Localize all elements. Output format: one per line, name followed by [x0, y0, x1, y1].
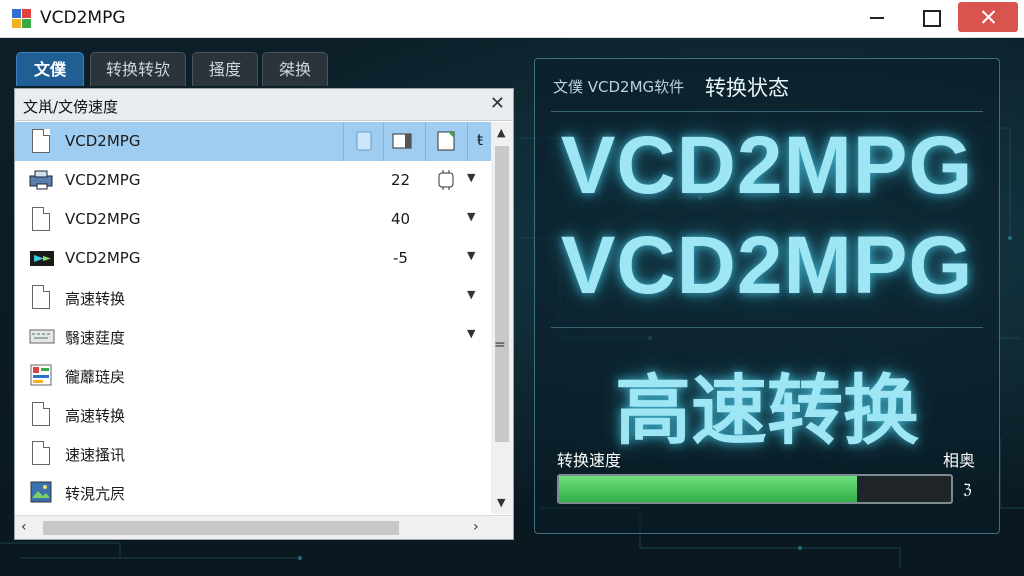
headline-secondary: VCD2MPG	[560, 220, 974, 311]
scrollbar-thumb[interactable]	[495, 146, 509, 442]
file-name: VCD2MPG	[65, 132, 141, 150]
title-bar: VCD2MPG	[0, 0, 1024, 38]
scroll-up-icon[interactable]: ▲	[497, 126, 505, 139]
divider	[551, 327, 983, 328]
chevron-down-icon[interactable]: ▼	[467, 327, 475, 340]
document-icon	[29, 129, 53, 155]
blank-file-icon[interactable]	[353, 130, 375, 152]
file-name: 高速转换	[65, 407, 126, 425]
file-name: VCD2MPG	[65, 210, 141, 228]
green-document-icon[interactable]	[435, 130, 457, 152]
progress-fill	[559, 476, 857, 502]
grip-icon[interactable]: =	[494, 337, 506, 353]
scroll-right-icon[interactable]: ›	[473, 519, 479, 535]
list-item[interactable]: VCD2MPG 22 ▼	[15, 161, 491, 200]
tab-swap[interactable]: 桀换	[262, 52, 328, 86]
file-value: 40	[391, 210, 411, 228]
file-panel-title: 文鼡/文傍速度	[23, 98, 119, 116]
maximize-button[interactable]	[906, 0, 954, 34]
image-icon	[29, 480, 53, 506]
progress-bar	[557, 474, 953, 504]
scroll-down-icon[interactable]: ▼	[497, 496, 505, 509]
file-name: 徿蘼琏戻	[65, 368, 126, 386]
list-item[interactable]: 徿蘼琏戻	[15, 356, 491, 395]
list-item[interactable]: 高速转换	[15, 395, 491, 434]
window-title: VCD2MPG	[40, 8, 126, 28]
file-panel: 文鼡/文傍速度 ✕ VCD2MPG ŧ VCD2MPG 22 ▼ VCD2MPG…	[14, 88, 514, 540]
chip-icon	[435, 169, 457, 191]
list-item[interactable]: 高速转换 ▼	[15, 278, 491, 317]
chevron-down-icon[interactable]: ▼	[467, 249, 475, 262]
progress-text: ℨ	[963, 482, 972, 498]
form-icon	[29, 363, 53, 389]
conversion-status-panel: 文僕 VCD2MG软件 转换状态 VCD2MPG VCD2MPG 高速转换 转换…	[534, 58, 1000, 534]
scrollbar-thumb[interactable]	[43, 521, 399, 535]
tab-convert[interactable]: 转换转欤	[90, 52, 186, 86]
document-icon	[29, 441, 53, 467]
chevron-down-icon[interactable]: ▼	[467, 210, 475, 223]
status-subtitle: 文僕 VCD2MG软件	[553, 78, 685, 96]
list-item[interactable]: VCD2MPG ŧ	[15, 122, 491, 161]
speed-right-label: 相奥	[943, 451, 976, 470]
file-name: 高速转换	[65, 290, 126, 308]
file-name: VCD2MPG	[65, 171, 141, 189]
status-title: 转换状态	[705, 76, 789, 100]
panel-close-icon[interactable]: ✕	[490, 93, 505, 114]
horizontal-scrollbar[interactable]: ‹ ›	[15, 515, 513, 539]
app-logo-icon	[12, 9, 32, 29]
file-list: VCD2MPG ŧ VCD2MPG 22 ▼ VCD2MPG 40 ▼ VCD2…	[15, 122, 491, 514]
list-item[interactable]: 翳速莛度 ▼	[15, 317, 491, 356]
tab-file[interactable]: 文僕	[16, 52, 84, 86]
list-item[interactable]: VCD2MPG -5 ▼	[15, 239, 491, 278]
media-icon	[29, 246, 54, 272]
file-panel-header: 文鼡/文傍速度 ✕	[15, 89, 513, 121]
chevron-down-icon[interactable]: ▼	[467, 171, 475, 184]
document-icon	[29, 285, 53, 311]
document-icon	[29, 207, 53, 233]
chevron-down-icon[interactable]: ▼	[467, 288, 475, 301]
divider	[551, 111, 983, 112]
file-name: VCD2MPG	[65, 249, 141, 267]
file-name: 速速搔讯	[65, 446, 126, 464]
printer-icon	[29, 168, 53, 194]
file-name: 转涀亢屄	[65, 485, 126, 503]
headline-speed: 高速转换	[615, 366, 919, 455]
close-button[interactable]	[958, 2, 1018, 32]
speed-label: 转换速度	[557, 451, 622, 470]
list-item[interactable]: 速速搔讯	[15, 434, 491, 473]
document-icon	[29, 402, 53, 428]
vertical-scrollbar[interactable]: ▲ = ▼	[491, 122, 513, 514]
tab-speed[interactable]: 搔度	[192, 52, 258, 86]
preview-icon[interactable]	[391, 130, 413, 152]
headline-primary: VCD2MPG	[560, 120, 974, 211]
file-value: -5	[393, 249, 408, 267]
list-item[interactable]: 转涀亢屄	[15, 473, 491, 512]
row-extra-cell: ŧ	[477, 131, 483, 149]
minimize-button[interactable]	[852, 0, 900, 34]
list-item[interactable]: VCD2MPG 40 ▼	[15, 200, 491, 239]
keyboard-icon	[29, 324, 55, 350]
file-value: 22	[391, 171, 411, 189]
file-name: 翳速莛度	[65, 329, 126, 347]
scroll-left-icon[interactable]: ‹	[21, 519, 27, 535]
